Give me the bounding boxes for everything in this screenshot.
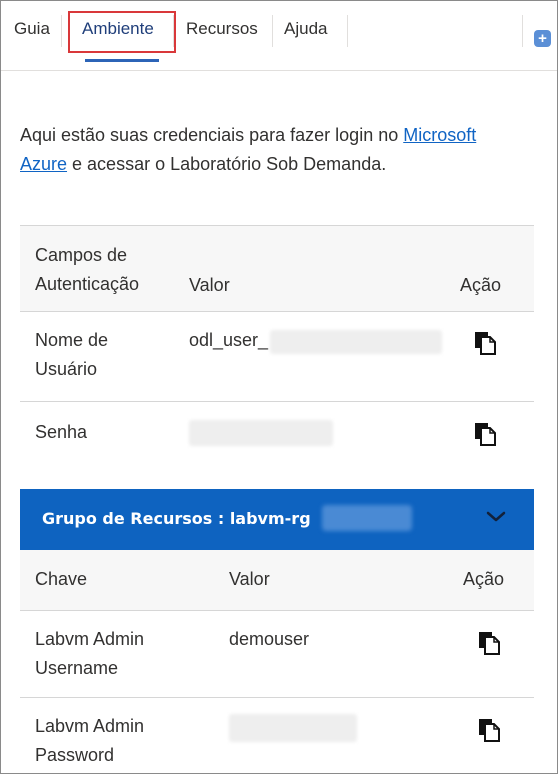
intro-text-before: Aqui estão suas credenciais para fazer l… [20,125,404,145]
column-header-action: Ação [463,569,505,589]
tab-divider [522,15,523,47]
resource-group-title: Grupo de Recursos : labvm-rg [42,509,311,528]
column-header-key: Chave [35,569,88,589]
tab-ajuda[interactable]: Ajuda [284,19,327,39]
table-row: Labvm Admin Password [20,697,534,773]
table-row: Nome de Usuário odl_user_ [20,311,534,401]
row-value-admin-username: demouser [229,629,310,649]
table-header-row: Chave Valor Ação [20,550,534,610]
masked-value [229,714,357,742]
tab-bar: Guia Ambiente Recursos Ajuda + [1,1,557,71]
row-key-admin-password: Labvm Admin Password [35,716,145,765]
row-key-admin-username: Labvm Admin Username [35,629,145,678]
column-header-field: Campos de Autenticação [35,245,140,294]
plus-icon[interactable]: + [534,30,551,47]
masked-value [189,420,333,446]
copy-icon[interactable] [478,718,500,742]
copy-icon[interactable] [478,631,500,655]
column-header-value: Valor [189,275,230,295]
masked-value [322,505,412,531]
tab-divider [61,15,62,47]
table-row: Senha [20,401,534,489]
tab-recursos[interactable]: Recursos [186,19,258,39]
active-tab-indicator [85,59,159,62]
resource-group-table: Chave Valor Ação Labvm Admin Username de… [20,550,534,773]
intro-text-after: e acessar o Laboratório Sob Demanda. [67,154,387,174]
credentials-table: Campos de Autenticação Valor Ação Nome d… [20,225,534,489]
table-header-row: Campos de Autenticação Valor Ação [20,225,534,311]
intro-text: Aqui estão suas credenciais para fazer l… [20,121,520,179]
copy-icon[interactable] [474,422,496,446]
masked-value [270,330,442,354]
tab-guia[interactable]: Guia [14,19,50,39]
tab-highlight-annotation [68,11,176,53]
lab-panel: Guia Ambiente Recursos Ajuda + Aqui estã… [0,0,558,774]
resource-group-header[interactable]: Grupo de Recursos : labvm-rg [20,489,534,550]
chevron-down-icon[interactable] [486,507,506,527]
column-header-value: Valor [229,569,270,589]
column-header-action: Ação [460,275,502,295]
table-row: Labvm Admin Username demouser [20,610,534,697]
row-field-password: Senha [35,422,88,442]
row-value-username: odl_user_ [189,330,269,350]
row-field-username: Nome de Usuário [35,330,109,379]
copy-icon[interactable] [474,331,496,355]
tab-divider [347,15,348,47]
tab-divider [272,15,273,47]
